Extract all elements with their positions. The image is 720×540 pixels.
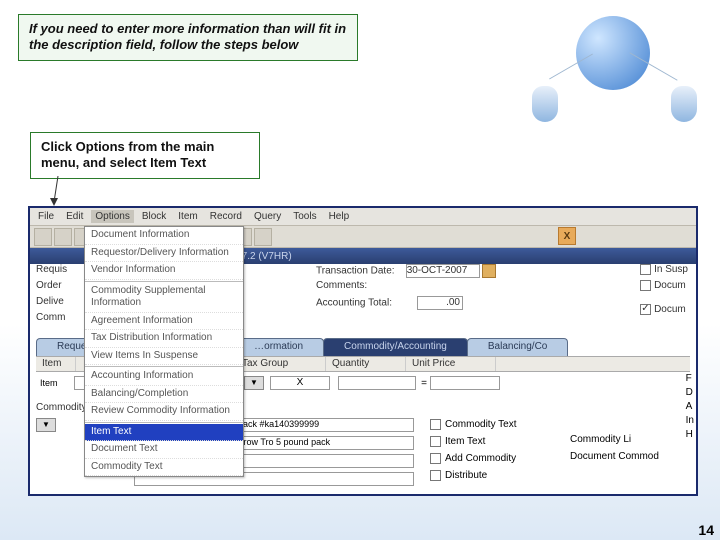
label-distribute: Distribute — [445, 470, 487, 481]
checkbox-document-2[interactable] — [640, 304, 651, 315]
menu-item-vendor-info[interactable]: Vendor Information — [85, 262, 243, 280]
row-label-item: Item — [36, 378, 74, 388]
checkbox-add-commodity[interactable] — [430, 453, 441, 464]
bottom-checkboxes: Commodity Text Item Text Add Commodity D… — [430, 416, 517, 484]
menu-separator — [85, 281, 243, 282]
label-add-commodity: Add Commodity — [445, 453, 516, 464]
checkbox-distribute[interactable] — [430, 470, 441, 481]
tab-information[interactable]: …ormation — [233, 338, 324, 356]
menu-help[interactable]: Help — [325, 210, 354, 223]
menu-item-document-text[interactable]: Document Text — [85, 441, 243, 459]
checkbox-commodity-text[interactable] — [430, 419, 441, 430]
pointer-arrow — [50, 176, 70, 210]
far-right-labels: Commodity Li Document Commod — [570, 416, 659, 468]
uom-dropdown-icon[interactable]: ▼ — [244, 376, 264, 390]
label-document-2: Docum — [654, 304, 686, 315]
tab-balancing[interactable]: Balancing/Co — [467, 338, 568, 356]
menu-item-requestor-delivery[interactable]: Requestor/Delivery Information — [85, 245, 243, 263]
menubar: File Edit Options Block Item Record Quer… — [30, 208, 696, 226]
globe-illustration — [526, 6, 706, 126]
label-accounting-total: Accounting Total: — [316, 298, 392, 309]
label-delivery: Delive — [36, 296, 64, 307]
transaction-date-value: 30-OCT-2007 — [407, 265, 468, 276]
toolbar-button[interactable] — [254, 228, 272, 246]
label-transaction-date: Transaction Date: — [316, 266, 395, 277]
menu-record[interactable]: Record — [206, 210, 246, 223]
transaction-date-field[interactable]: 30-OCT-2007 — [406, 264, 480, 278]
label-document-1: Docum — [654, 280, 686, 291]
label-comments: Comments: — [316, 280, 367, 291]
trunc-f: F — [686, 372, 694, 386]
col-qty: Quantity — [326, 357, 406, 371]
app-window: File Edit Options Block Item Record Quer… — [28, 206, 698, 496]
label-document-commod: Document Commod — [570, 451, 659, 462]
truncated-labels: F D A In H — [686, 372, 694, 442]
label-commodity-text: Commodity Text — [445, 419, 517, 430]
globe-icon — [576, 16, 650, 90]
equals-label: = — [418, 378, 430, 389]
qty-field[interactable] — [338, 376, 416, 390]
col-item: Item — [36, 357, 76, 371]
instruction-callout-mid: Click Options from the main menu, and se… — [30, 132, 260, 179]
checkbox-in-suspense[interactable] — [640, 264, 651, 275]
trunc-in: In — [686, 414, 694, 428]
menu-tools[interactable]: Tools — [289, 210, 320, 223]
accounting-total-field: .00 — [417, 296, 463, 310]
page-number: 14 — [698, 522, 714, 538]
menu-item-agreement-info[interactable]: Agreement Information — [85, 313, 243, 331]
menu-item-commodity-text[interactable]: Commodity Text — [85, 459, 243, 477]
menu-edit[interactable]: Edit — [62, 210, 87, 223]
menu-file[interactable]: File — [34, 210, 58, 223]
menu-query[interactable]: Query — [250, 210, 285, 223]
close-button[interactable]: X — [558, 227, 576, 245]
tax-field[interactable]: X — [270, 376, 330, 390]
instruction-text: If you need to enter more information th… — [29, 21, 347, 54]
trunc-d: D — [686, 386, 694, 400]
price-field[interactable] — [430, 376, 500, 390]
toolbar-button[interactable] — [34, 228, 52, 246]
checkbox-document-1[interactable] — [640, 280, 651, 291]
menu-options[interactable]: Options — [91, 210, 133, 223]
commodity-dropdown-icon[interactable]: ▼ — [36, 418, 56, 432]
tab-commodity-accounting[interactable]: Commodity/Accounting — [323, 338, 468, 356]
menu-item-view-suspense[interactable]: View Items In Suspense — [85, 348, 243, 366]
options-dropdown: Document Information Requestor/Delivery … — [84, 226, 244, 477]
menu-item[interactable]: Item — [174, 210, 201, 223]
col-tax: Tax Group — [236, 357, 326, 371]
label-order: Order — [36, 280, 62, 291]
trunc-h: H — [686, 428, 694, 442]
instruction-callout-top: If you need to enter more information th… — [18, 14, 358, 61]
col-price: Unit Price — [406, 357, 496, 371]
menu-item-tax-dist[interactable]: Tax Distribution Information — [85, 330, 243, 348]
menu-item-balancing[interactable]: Balancing/Completion — [85, 386, 243, 404]
label-item-text: Item Text — [445, 436, 485, 447]
menu-item-accounting-info[interactable]: Accounting Information — [85, 368, 243, 386]
label-in-suspense: In Susp — [654, 264, 688, 275]
tax-value: X — [297, 377, 304, 388]
menu-item-item-text[interactable]: Item Text — [85, 424, 243, 442]
menu-item-commodity-supp[interactable]: Commodity Supplemental Information — [85, 283, 243, 313]
close-x-label: X — [564, 231, 571, 242]
checkbox-item-text[interactable] — [430, 436, 441, 447]
menu-block[interactable]: Block — [138, 210, 170, 223]
menu-item-document-info[interactable]: Document Information — [85, 227, 243, 245]
trunc-a: A — [686, 400, 694, 414]
label-commodity: Comm — [36, 312, 65, 323]
accounting-total-value: .00 — [446, 297, 460, 308]
menu-item-review-commodity[interactable]: Review Commodity Information — [85, 403, 243, 421]
label-requisition: Requis — [36, 264, 67, 275]
calendar-icon[interactable] — [482, 264, 496, 278]
col-commodity: Commodity — [36, 402, 87, 413]
instruction-text: Click Options from the main menu, and se… — [41, 139, 249, 172]
toolbar-button[interactable] — [54, 228, 72, 246]
menu-separator — [85, 366, 243, 367]
mouse-icon — [671, 86, 697, 122]
menu-separator — [85, 422, 243, 423]
mouse-icon — [532, 86, 558, 122]
label-commodity-li: Commodity Li — [570, 434, 631, 445]
